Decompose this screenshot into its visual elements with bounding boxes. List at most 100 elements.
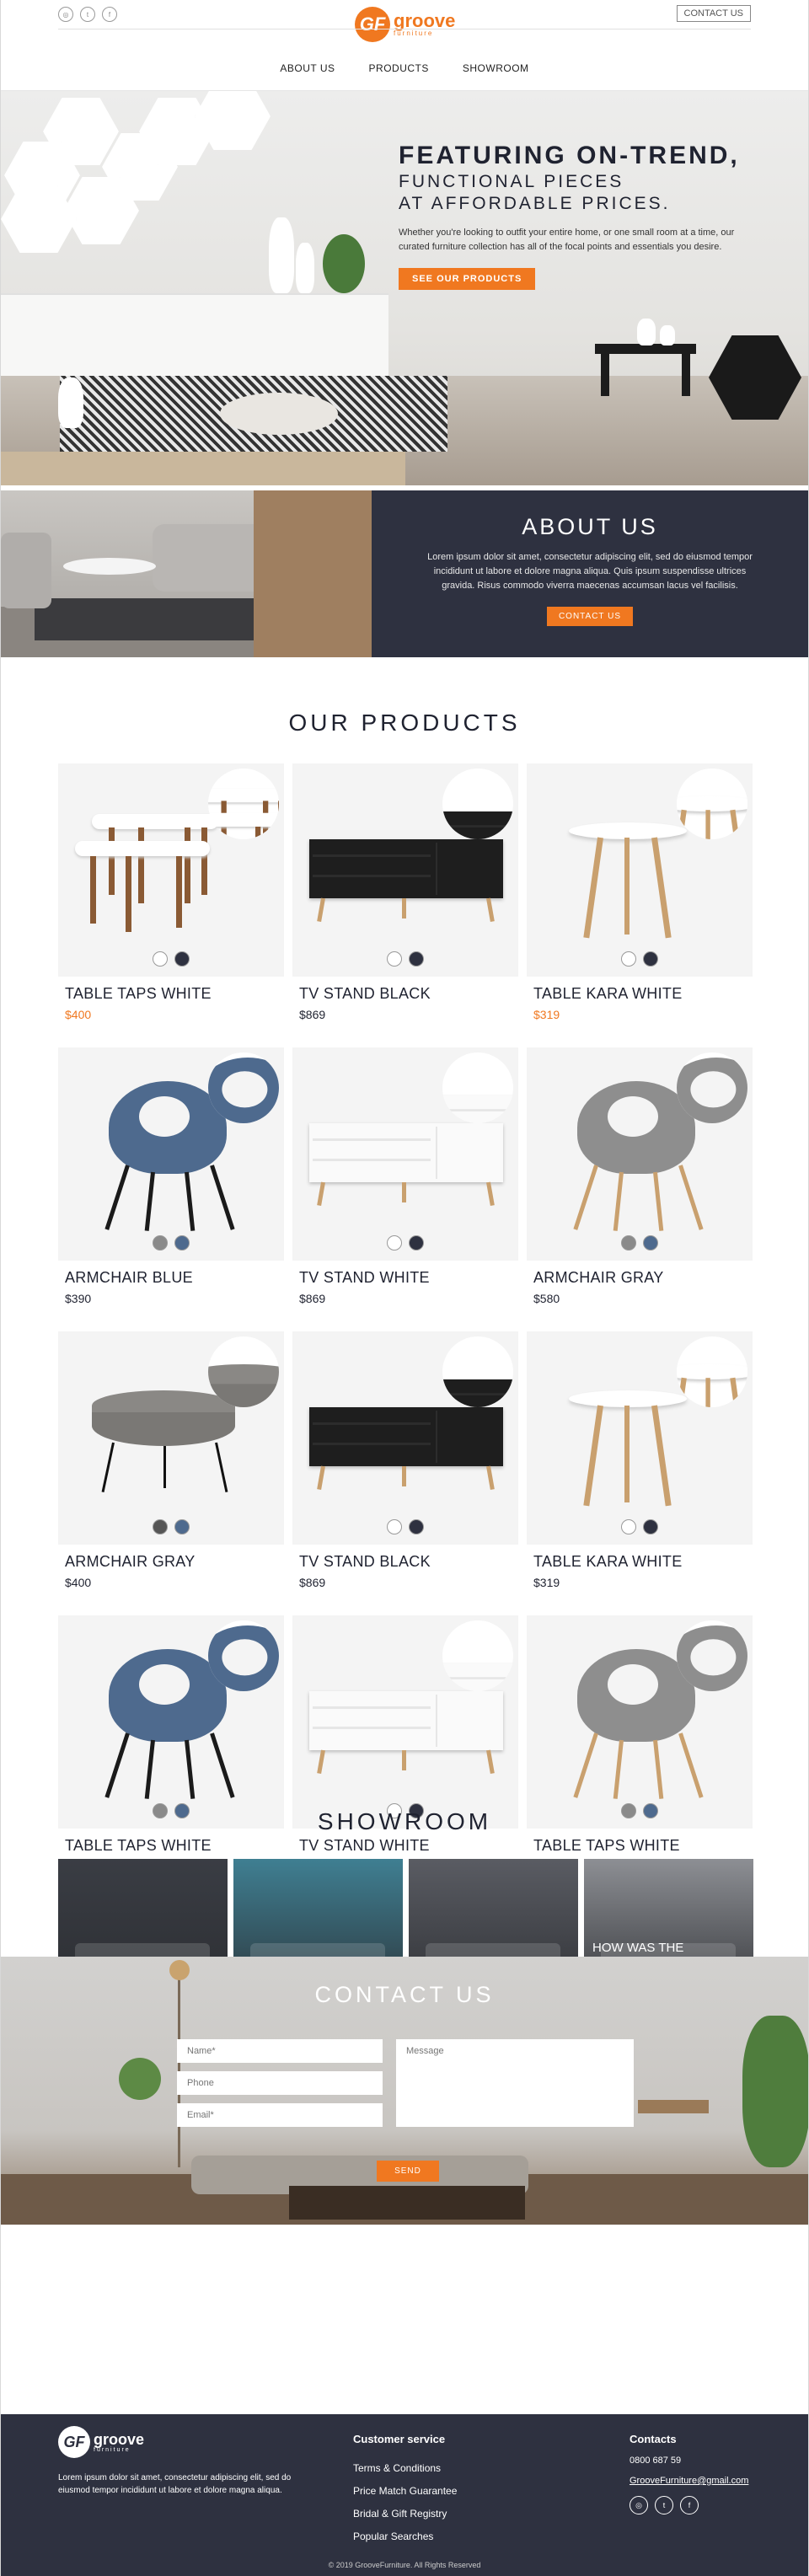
color-swatch[interactable] [153, 951, 168, 967]
product-card[interactable]: TABLE KARA WHITE $319 [527, 1331, 753, 1615]
product-name[interactable]: TABLE KARA WHITE [533, 1553, 753, 1571]
product-card[interactable]: ARMCHAIR BLUE $390 [58, 1047, 284, 1331]
product-name[interactable]: TABLE TAPS WHITE [533, 1837, 753, 1855]
product-image[interactable] [58, 1331, 284, 1545]
color-swatch[interactable] [153, 1235, 168, 1251]
color-swatch[interactable] [621, 951, 636, 967]
twitter-icon[interactable]: t [80, 7, 95, 22]
product-price: $580 [533, 1292, 560, 1305]
footer-link-popular-searches[interactable]: Popular Searches [353, 2525, 457, 2548]
product-detail-zoom [208, 1620, 279, 1691]
about-contact-button[interactable]: CONTACT US [546, 607, 634, 626]
copyright: © 2019 GrooveFurniture. All Rights Reser… [328, 2561, 481, 2569]
site-logo[interactable]: GF groove furniture [355, 7, 455, 42]
color-swatch[interactable] [174, 1235, 190, 1251]
footer-logo-tagline: furniture [94, 2446, 131, 2453]
nav-about-us[interactable]: ABOUT US [280, 62, 335, 74]
product-detail-zoom [208, 769, 279, 839]
product-detail-zoom [677, 1620, 747, 1691]
header-contact-link[interactable]: CONTACT US [676, 5, 751, 22]
product-name[interactable]: TV STAND BLACK [299, 1553, 518, 1571]
product-image[interactable] [58, 1047, 284, 1261]
color-swatch[interactable] [409, 1519, 424, 1534]
nav-products[interactable]: PRODUCTS [369, 62, 429, 74]
product-detail-zoom [677, 1052, 747, 1123]
color-swatch[interactable] [643, 1519, 658, 1534]
message-field[interactable] [396, 2039, 634, 2127]
product-card[interactable]: TV STAND WHITE $869 [292, 1615, 518, 1899]
product-image[interactable] [527, 1047, 753, 1261]
name-field[interactable] [177, 2039, 383, 2063]
color-swatch[interactable] [643, 1235, 658, 1251]
product-image[interactable] [58, 1615, 284, 1829]
color-swatch[interactable] [409, 951, 424, 967]
product-name[interactable]: ARMCHAIR GRAY [65, 1553, 284, 1571]
footer-logo[interactable]: GF groove furniture [58, 2426, 144, 2458]
email-field[interactable] [177, 2103, 383, 2127]
showroom-title: SHOWROOM [317, 1808, 492, 1834]
facebook-icon[interactable]: f [680, 2496, 699, 2514]
product-image[interactable] [292, 1615, 518, 1829]
product-name[interactable]: TABLE TAPS WHITE [65, 985, 284, 1003]
products-section: OUR PRODUCTS TABLE TAPS WHITE $400 TV ST… [1, 657, 808, 2019]
product-image[interactable] [527, 763, 753, 977]
color-swatches [527, 951, 753, 967]
product-detail-zoom [442, 1620, 513, 1691]
facebook-icon[interactable]: f [102, 7, 117, 22]
footer-link-price-match[interactable]: Price Match Guarantee [353, 2480, 457, 2503]
product-card[interactable]: TV STAND WHITE $869 [292, 1047, 518, 1331]
color-swatch[interactable] [621, 1235, 636, 1251]
product-card[interactable]: TABLE TAPS WHITE $390 [58, 1615, 284, 1899]
hero-description: Whether you're looking to outfit your en… [399, 228, 735, 252]
product-detail-zoom [208, 1052, 279, 1123]
site-header: ◎ t f GF groove furniture CONTACT US ABO… [1, 0, 808, 91]
color-swatch[interactable] [387, 1235, 402, 1251]
product-card[interactable]: TV STAND BLACK $869 [292, 1331, 518, 1615]
phone-field[interactable] [177, 2071, 383, 2095]
twitter-icon[interactable]: t [655, 2496, 673, 2514]
footer-link-terms[interactable]: Terms & Conditions [353, 2457, 457, 2480]
footer-link-registry[interactable]: Bridal & Gift Registry [353, 2503, 457, 2525]
color-swatch[interactable] [387, 1519, 402, 1534]
see-products-button[interactable]: SEE OUR PRODUCTS [399, 268, 536, 290]
color-swatch[interactable] [409, 1235, 424, 1251]
nav-showroom[interactable]: SHOWROOM [463, 62, 529, 74]
color-swatch[interactable] [153, 1519, 168, 1534]
product-image[interactable] [527, 1615, 753, 1829]
product-name[interactable]: ARMCHAIR GRAY [533, 1269, 753, 1287]
about-photo [1, 490, 372, 657]
instagram-icon[interactable]: ◎ [630, 2496, 648, 2514]
footer-phone[interactable]: 0800 687 59 [630, 2456, 748, 2466]
instagram-icon[interactable]: ◎ [58, 7, 73, 22]
product-name[interactable]: ARMCHAIR BLUE [65, 1269, 284, 1287]
product-image[interactable] [292, 1047, 518, 1261]
product-card[interactable]: ARMCHAIR GRAY $580 [527, 1047, 753, 1331]
color-swatch[interactable] [643, 951, 658, 967]
product-name[interactable]: TV STAND WHITE [299, 1269, 518, 1287]
about-section: ABOUT US Lorem ipsum dolor sit amet, con… [1, 490, 808, 657]
color-swatch[interactable] [387, 951, 402, 967]
color-swatch[interactable] [174, 951, 190, 967]
product-name[interactable]: TV STAND WHITE [299, 1837, 518, 1855]
product-card[interactable]: ARMCHAIR GRAY $400 [58, 1331, 284, 1615]
hero-banner: FEATURING ON-TREND, FUNCTIONAL PIECES AT… [1, 91, 808, 485]
product-card[interactable]: TABLE TAPS WHITE $400 [58, 763, 284, 1047]
product-image[interactable] [58, 763, 284, 977]
product-image[interactable] [292, 763, 518, 977]
color-swatch[interactable] [174, 1519, 190, 1534]
contact-section: CONTACT US SEND [1, 1957, 808, 2225]
product-name[interactable]: TV STAND BLACK [299, 985, 518, 1003]
product-name[interactable]: TABLE TAPS WHITE [65, 1837, 284, 1855]
product-image[interactable] [292, 1331, 518, 1545]
product-image[interactable] [527, 1331, 753, 1545]
product-card[interactable]: TABLE TAPS WHITE $580 [527, 1615, 753, 1899]
product-name[interactable]: TABLE KARA WHITE [533, 985, 753, 1003]
footer-about-text: Lorem ipsum dolor sit amet, consectetur … [58, 2473, 292, 2495]
product-card[interactable]: TV STAND BLACK $869 [292, 763, 518, 1047]
footer-email-link[interactable]: GrooveFurniture@gmail.com [630, 2476, 748, 2486]
product-price: $390 [65, 1292, 92, 1305]
footer-contacts: Contacts 0800 687 59 GrooveFurniture@gma… [630, 2433, 748, 2514]
send-button[interactable]: SEND [377, 2161, 439, 2182]
color-swatch[interactable] [621, 1519, 636, 1534]
product-card[interactable]: TABLE KARA WHITE $319 [527, 763, 753, 1047]
